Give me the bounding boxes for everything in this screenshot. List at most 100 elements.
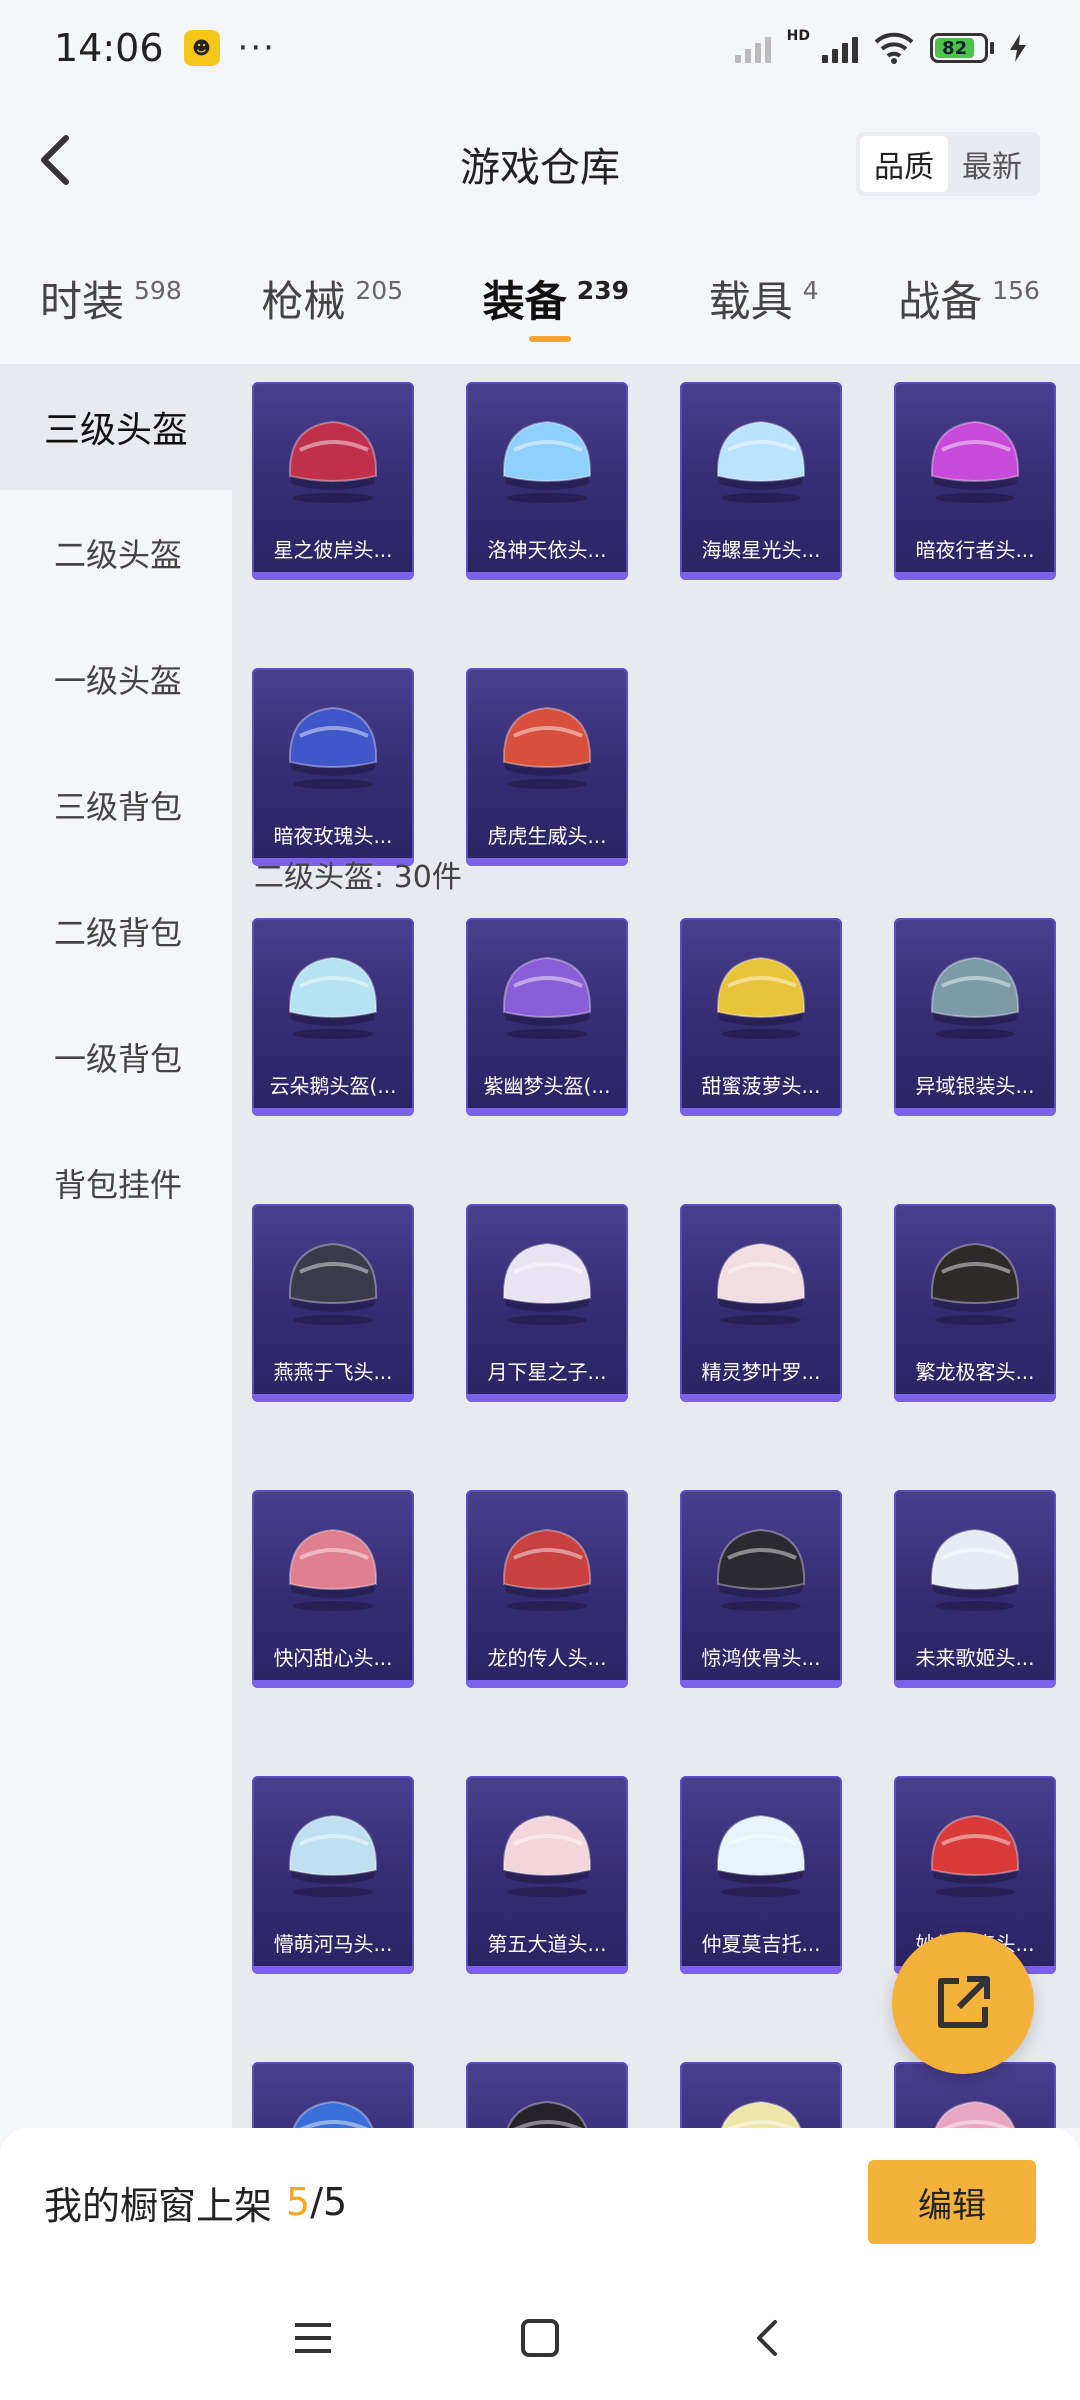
item-card[interactable]: 云朵鹅头盔(...: [252, 918, 414, 1116]
tab-supplies[interactable]: 战备 156: [898, 232, 1040, 364]
status-time: 14:06: [54, 26, 164, 70]
helmet-image: [490, 940, 604, 1040]
item-card[interactable]: 海螺星光头...: [680, 382, 842, 580]
showcase-label: 我的橱窗上架: [44, 2183, 273, 2228]
item-card[interactable]: 暗夜玫瑰头...: [252, 668, 414, 866]
item-name: 甜蜜菠萝头...: [701, 1074, 821, 1098]
menu-nav-button[interactable]: [283, 2308, 343, 2368]
item-card[interactable]: 精灵梦叶罗...: [680, 1204, 842, 1402]
showcase-bar: 我的橱窗上架 5/5 编辑: [0, 2128, 1080, 2276]
home-nav-button[interactable]: [510, 2308, 570, 2368]
item-card[interactable]: 暗夜行者头...: [894, 382, 1056, 580]
item-name: 暗夜行者头...: [915, 538, 1035, 562]
item-card[interactable]: 星之彼岸头...: [252, 382, 414, 580]
sidebar-item-level3-helmet[interactable]: 三级头盔: [0, 364, 232, 490]
item-card[interactable]: 暗夜鎏金头...: [466, 2062, 628, 2128]
home-icon: [520, 2319, 559, 2357]
item-card[interactable]: 快闪甜心头...: [252, 1490, 414, 1688]
menu-icon: [295, 2323, 332, 2353]
item-card[interactable]: 未来歌姬头...: [894, 1490, 1056, 1688]
helmet-image: [704, 940, 818, 1040]
sidebar-item-level1-backpack[interactable]: 一级背包: [0, 994, 232, 1120]
helmet-image: [918, 1226, 1032, 1326]
helmet-image: [276, 1798, 390, 1898]
item-name: 虎虎生威头...: [487, 824, 607, 848]
item-card[interactable]: 龙的传人头...: [466, 1490, 628, 1688]
tab-count: 205: [355, 276, 404, 305]
item-card[interactable]: 月下星之子...: [466, 1204, 628, 1402]
item-name: 第五大道头...: [487, 1932, 607, 1956]
helmet-image: [490, 1798, 604, 1898]
item-card[interactable]: 第五大道头...: [466, 1776, 628, 1974]
helmet-image: [704, 1226, 818, 1326]
item-name: 惊鸿侠骨头...: [701, 1646, 821, 1670]
item-card[interactable]: 异域银装头...: [894, 918, 1056, 1116]
signal-sim1-icon: [734, 33, 771, 63]
helmet-image: [276, 690, 390, 790]
item-card[interactable]: 仲夏莫吉托...: [680, 1776, 842, 1974]
app-notification-icon: ☻: [183, 30, 220, 66]
item-grid-area[interactable]: 星之彼岸头... 洛神天依头... 海螺星光头... 暗夜行者头... 暗夜玫瑰头...…: [232, 364, 1080, 2128]
tab-vehicles[interactable]: 载具 4: [709, 232, 819, 364]
sidebar-item-level1-helmet[interactable]: 一级头盔: [0, 616, 232, 742]
battery-level: 82: [935, 38, 975, 59]
item-card[interactable]: 繁龙极客头...: [894, 1204, 1056, 1402]
item-name: 未来歌姬头...: [915, 1646, 1035, 1670]
item-card[interactable]: 甜蜜菠萝头...: [680, 918, 842, 1116]
back-nav-icon: [756, 2320, 777, 2356]
section-title-level2: 二级头盔: 30件: [254, 860, 462, 895]
share-icon: [938, 1976, 990, 2028]
sidebar-item-backpack-charm[interactable]: 背包挂件: [0, 1120, 232, 1246]
item-card[interactable]: 燕燕于飞头...: [252, 1204, 414, 1402]
helmet-image: [704, 2084, 818, 2128]
share-button[interactable]: [892, 1932, 1034, 2074]
signal-sim2-icon: [822, 33, 858, 63]
edit-button[interactable]: 编辑: [868, 2160, 1036, 2244]
tab-fashion[interactable]: 时装 598: [40, 232, 182, 364]
tab-count: 4: [802, 276, 819, 305]
tab-equipment[interactable]: 装备 239: [483, 232, 629, 364]
helmet-image: [704, 1798, 818, 1898]
tab-count: 156: [992, 276, 1040, 305]
item-card[interactable]: 懵萌河马头...: [252, 1776, 414, 1974]
item-card[interactable]: 虎虎生威头...: [466, 668, 628, 866]
helmet-image: [918, 404, 1032, 504]
item-card[interactable]: 田园牧歌头...: [680, 2062, 842, 2128]
showcase-count: 5/5: [286, 2180, 347, 2224]
back-icon[interactable]: [28, 130, 88, 190]
level3-helmet-grid: 星之彼岸头... 洛神天依头... 海螺星光头... 暗夜行者头... 暗夜玫瑰头...…: [252, 382, 1056, 866]
helmet-image: [918, 1512, 1032, 1612]
page-title: 游戏仓库: [460, 145, 620, 191]
sidebar-item-level3-backpack[interactable]: 三级背包: [0, 742, 232, 868]
sidebar-item-level2-backpack[interactable]: 二级背包: [0, 868, 232, 994]
tab-weapons[interactable]: 枪械 205: [261, 232, 403, 364]
item-card[interactable]: 紫幽梦头盔(...: [466, 918, 628, 1116]
category-tabs: 时装 598 枪械 205 装备 239 载具 4 战备 156: [0, 232, 1080, 364]
helmet-image: [276, 1226, 390, 1326]
helmet-image: [490, 1226, 604, 1326]
status-bar: 14:06 ☻ ··· HD 82: [0, 0, 1080, 96]
back-nav-button[interactable]: [737, 2308, 797, 2368]
item-card[interactable]: 音爆索尼克...: [252, 2062, 414, 2128]
system-nav-bar: [0, 2276, 1080, 2400]
sort-latest-button[interactable]: 最新: [948, 136, 1036, 192]
sidebar-item-level2-helmet[interactable]: 二级头盔: [0, 490, 232, 616]
tab-label: 装备: [482, 277, 567, 326]
item-card[interactable]: 惊鸿侠骨头...: [680, 1490, 842, 1688]
showcase-count-current: 5: [286, 2180, 311, 2224]
sort-toggle: 品质 最新: [856, 132, 1040, 196]
item-name: 云朵鹅头盔(...: [269, 1074, 397, 1098]
sort-quality-button[interactable]: 品质: [860, 136, 948, 192]
helmet-image: [276, 940, 390, 1040]
helmet-image: [276, 2084, 390, 2128]
item-name: 龙的传人头...: [487, 1646, 607, 1670]
helmet-image: [276, 1512, 390, 1612]
showcase-count-total: /5: [310, 2180, 348, 2224]
item-card[interactable]: 洛神天依头...: [466, 382, 628, 580]
item-name: 繁龙极客头...: [915, 1360, 1035, 1384]
battery-icon: 82: [930, 33, 994, 63]
item-name: 洛神天依头...: [487, 538, 607, 562]
helmet-image: [704, 1512, 818, 1612]
item-name: 仲夏莫吉托...: [701, 1932, 821, 1956]
helmet-image: [490, 404, 604, 504]
